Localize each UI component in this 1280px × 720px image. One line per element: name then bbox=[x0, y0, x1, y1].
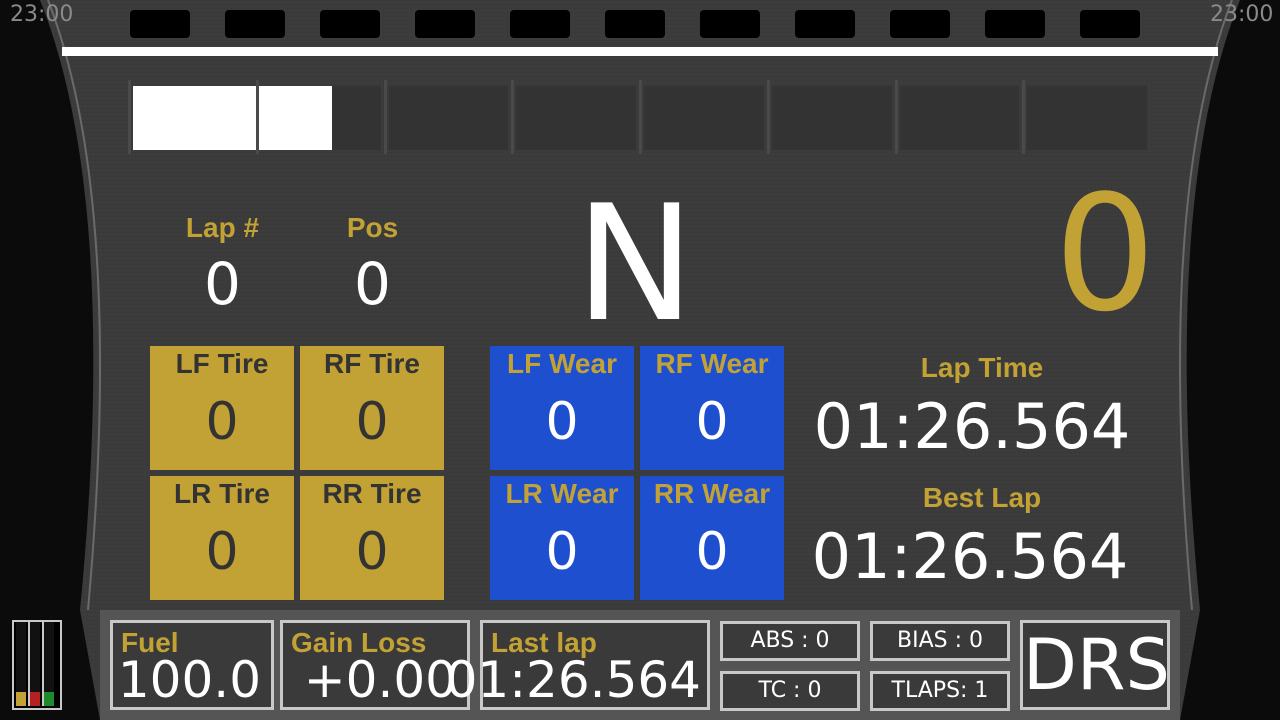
rpm-divider bbox=[383, 80, 387, 154]
shift-light bbox=[700, 10, 760, 38]
best-lap-value: 01:26.564 bbox=[811, 520, 1129, 593]
rpm-divider bbox=[1022, 80, 1026, 154]
tire-lr: LR Tire 0 bbox=[150, 476, 294, 600]
tire-lf-label: LF Tire bbox=[175, 348, 269, 379]
lap-time-value: 01:26.564 bbox=[813, 390, 1131, 463]
rpm-segment bbox=[771, 86, 892, 150]
fuel-box: Fuel 100.0 bbox=[110, 620, 274, 710]
rpm-fill bbox=[133, 86, 333, 150]
wear-rr-value: 0 bbox=[695, 522, 729, 582]
fuel-value: 100.0 bbox=[117, 651, 261, 709]
wear-rr-label: RR Wear bbox=[653, 478, 771, 509]
drs-indicator: DRS bbox=[1020, 620, 1170, 710]
gauge-column bbox=[42, 622, 54, 706]
tire-rr-label: RR Tire bbox=[322, 478, 422, 509]
wear-rf-label: RF Wear bbox=[655, 348, 769, 379]
best-lap-label: Best Lap bbox=[922, 482, 1042, 513]
wear-rf: RF Wear 0 bbox=[640, 346, 784, 470]
last-lap-value: 01:26.564 bbox=[445, 651, 701, 709]
rpm-segment bbox=[644, 86, 764, 150]
shift-light bbox=[890, 10, 950, 38]
tire-rf-label: RF Tire bbox=[324, 348, 420, 379]
wear-rf-value: 0 bbox=[695, 392, 729, 452]
gauge-column bbox=[28, 622, 40, 706]
rpm-divider bbox=[511, 80, 515, 154]
speed-readout: 0 bbox=[1054, 160, 1156, 347]
rpm-divider bbox=[894, 80, 898, 154]
rpm-divider bbox=[255, 80, 259, 154]
tire-rr: RR Tire 0 bbox=[300, 476, 444, 600]
tire-lf-value: 0 bbox=[205, 392, 239, 452]
tire-lr-value: 0 bbox=[205, 522, 239, 582]
tc-indicator: TC : 0 bbox=[720, 671, 860, 711]
rpm-segment bbox=[899, 86, 1020, 150]
tire-lr-label: LR Tire bbox=[174, 478, 270, 509]
tlaps-indicator: TLAPS: 1 bbox=[870, 671, 1010, 711]
wear-lr-label: LR Wear bbox=[505, 478, 619, 509]
abs-indicator: ABS : 0 bbox=[720, 621, 860, 661]
shift-light bbox=[130, 10, 190, 38]
position-value: 0 bbox=[354, 250, 391, 318]
rpm-bar bbox=[128, 80, 1150, 154]
rpm-divider bbox=[639, 80, 642, 154]
rpm-segment bbox=[1027, 86, 1147, 150]
clock-right: 23:00 bbox=[1210, 2, 1274, 27]
shift-light bbox=[795, 10, 855, 38]
wear-lf-label: LF Wear bbox=[507, 348, 617, 379]
gain-loss-box: Gain Loss +0.00 bbox=[280, 620, 470, 710]
shift-light bbox=[225, 10, 285, 38]
fuel-gauge bbox=[12, 620, 62, 710]
last-lap-box: Last lap 01:26.564 bbox=[446, 620, 710, 710]
rpm-segment bbox=[516, 86, 636, 150]
tire-rr-value: 0 bbox=[355, 522, 389, 582]
tire-rf-value: 0 bbox=[355, 392, 389, 452]
gauge-column bbox=[16, 622, 26, 706]
rpm-divider bbox=[766, 80, 770, 154]
shift-light bbox=[320, 10, 380, 38]
clock-left: 23:00 bbox=[10, 2, 74, 27]
rpm-segment bbox=[388, 86, 509, 150]
shift-light bbox=[1080, 10, 1140, 38]
bias-indicator: BIAS : 0 bbox=[870, 621, 1010, 661]
shift-light bbox=[985, 10, 1045, 38]
wear-lf-value: 0 bbox=[545, 392, 579, 452]
lap-time-label: Lap Time bbox=[920, 352, 1044, 383]
wear-lr-value: 0 bbox=[545, 522, 579, 582]
tire-lf: LF Tire 0 bbox=[150, 346, 294, 470]
shift-light bbox=[510, 10, 570, 38]
rpm-divider bbox=[128, 80, 131, 154]
shift-light bbox=[415, 10, 475, 38]
wear-lf: LF Wear 0 bbox=[490, 346, 634, 470]
wear-lr: LR Wear 0 bbox=[490, 476, 634, 600]
tire-rf: RF Tire 0 bbox=[300, 346, 444, 470]
lap-number-label: Lap # bbox=[185, 212, 260, 243]
shift-light bbox=[605, 10, 665, 38]
top-stripe bbox=[62, 47, 1218, 56]
gear-indicator: N bbox=[575, 170, 695, 357]
lap-number-value: 0 bbox=[204, 250, 241, 318]
gain-loss-value: +0.00 bbox=[303, 651, 457, 709]
wear-rr: RR Wear 0 bbox=[640, 476, 784, 600]
position-label: Pos bbox=[346, 212, 399, 243]
